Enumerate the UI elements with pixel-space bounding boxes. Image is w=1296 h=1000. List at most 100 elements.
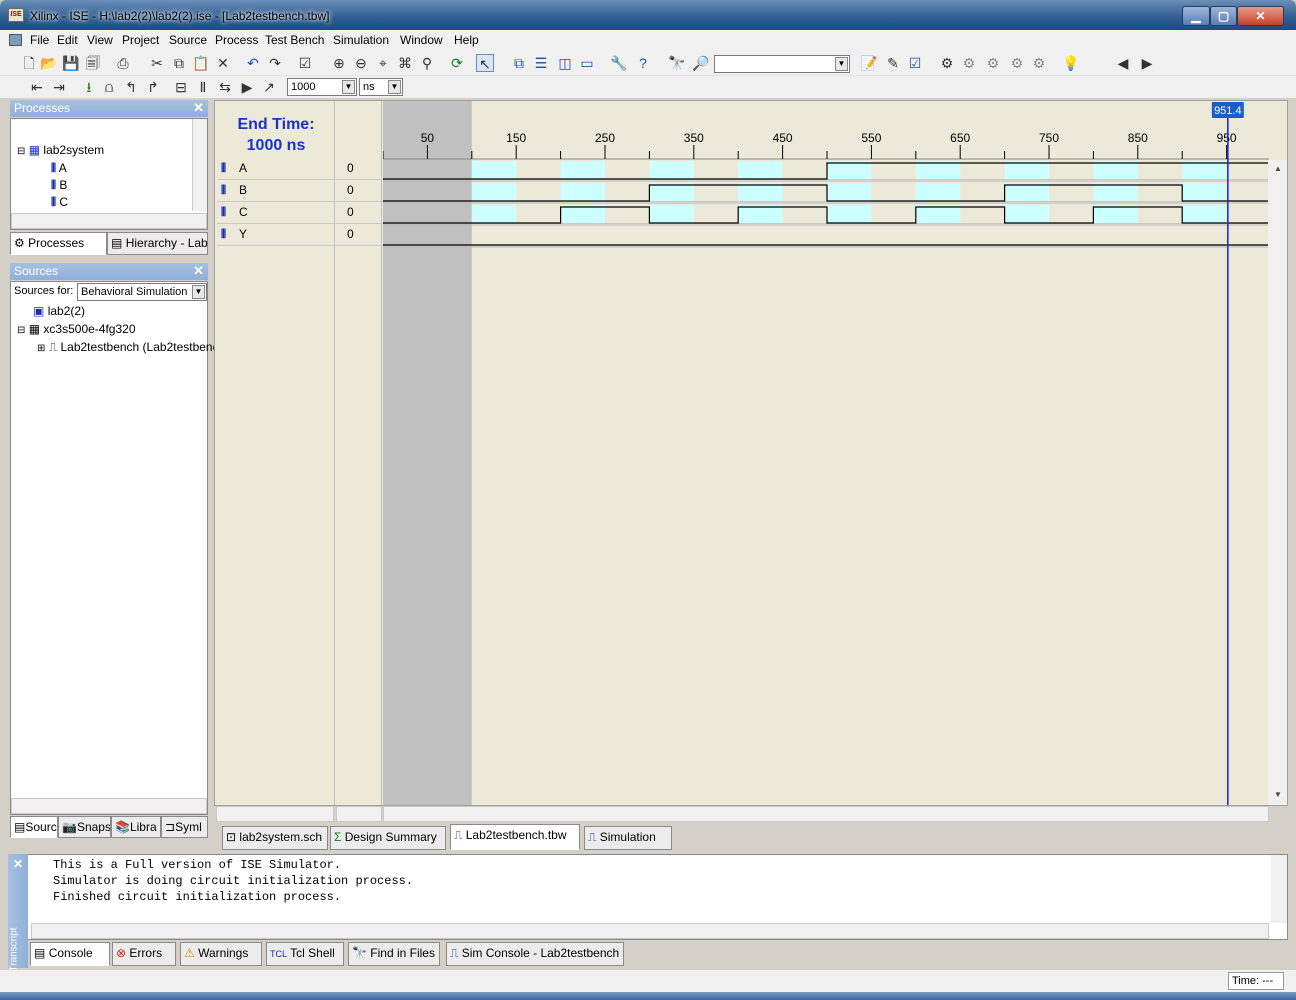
chevron-down-icon[interactable]: ▼ [192, 285, 205, 299]
delete-icon[interactable]: ✕ [214, 54, 232, 72]
copy-icon[interactable]: ⧉ [170, 54, 188, 72]
close-icon[interactable]: ✕ [13, 857, 23, 871]
tab-sources[interactable]: ▤Sourc [10, 816, 58, 838]
process-step3-icon[interactable]: ⚙ [1008, 54, 1026, 72]
tree-node-b[interactable]: ⫴ B [51, 178, 67, 193]
undo-icon[interactable]: ↶ [244, 54, 262, 72]
tree-node-device[interactable]: ⊟ ▦ xc3s500e-4fg320 [17, 322, 136, 336]
menu-process[interactable]: Process [215, 33, 258, 47]
tab-lab2testbench-tbw[interactable]: ⎍ Lab2testbench.tbw [450, 824, 580, 850]
tree-node-testbench[interactable]: ⊞ ⎍ Lab2testbench (Lab2testbench [37, 340, 225, 355]
tab-design-summary[interactable]: Σ Design Summary [330, 826, 446, 850]
menu-test-bench[interactable]: Test Bench [265, 33, 324, 47]
find-icon[interactable]: 🔭 [668, 54, 686, 72]
tab-libraries[interactable]: 📚Libra [111, 816, 161, 838]
refresh-icon[interactable]: ⟳ [448, 54, 466, 72]
back-icon[interactable]: ◀ [1114, 54, 1132, 72]
tab-errors[interactable]: ⊗ Errors [112, 942, 176, 966]
cascade-icon[interactable]: ⧉ [510, 54, 528, 72]
close-icon[interactable]: ✕ [193, 263, 204, 279]
lightbulb-icon[interactable]: 💡 [1062, 54, 1080, 72]
zoom-fit-icon[interactable]: ⌖ [374, 54, 392, 72]
step-out-icon[interactable]: ⇥ [50, 78, 68, 96]
close-button[interactable]: ✕ [1237, 6, 1284, 26]
vertical-scrollbar[interactable] [192, 119, 207, 211]
process-step1-icon[interactable]: ⚙ [960, 54, 978, 72]
tree-node-c[interactable]: ⫴ C [51, 195, 68, 210]
menu-simulation[interactable]: Simulation [333, 33, 389, 47]
menu-edit[interactable]: Edit [57, 33, 78, 47]
tab-simulation[interactable]: ⎍ Simulation [584, 826, 672, 850]
zoom-area-icon[interactable]: ⚲ [418, 54, 436, 72]
collapse-icon[interactable]: ⊟ [17, 325, 25, 336]
check-icon[interactable]: ☑ [296, 54, 314, 72]
scroll-down-icon[interactable]: ▼ [1274, 790, 1282, 799]
waveform-plot[interactable]: 50 150 250 350 450 550 650 750 850 950 951.4 [383, 101, 1269, 805]
horizontal-scrollbar[interactable] [11, 798, 207, 814]
tab-snapshots[interactable]: 📷Snaps [58, 816, 111, 838]
tab-processes[interactable]: ⚙ Processes [10, 232, 107, 255]
save-icon[interactable]: 💾 [62, 54, 80, 72]
collapse-icon[interactable]: ⊟ [17, 146, 25, 157]
run-down-icon[interactable]: ⭳ [80, 78, 98, 96]
edit-properties-icon[interactable]: ✎ [884, 54, 902, 72]
process-step4-icon[interactable]: ⚙ [1030, 54, 1048, 72]
pointer-tool-icon[interactable]: ↖ [476, 54, 494, 72]
expand-icon[interactable]: ⊞ [37, 343, 45, 354]
new-file-icon[interactable]: 🗋 [20, 54, 38, 72]
chip-icon[interactable]: ⚙ [938, 54, 956, 72]
waveform-horizontal-scrollbar[interactable] [383, 806, 1269, 822]
zoom-out-icon[interactable]: ⊖ [352, 54, 370, 72]
tile-horizontal-icon[interactable]: ☰ [532, 54, 550, 72]
cut-icon[interactable]: ✂ [148, 54, 166, 72]
sources-for-select[interactable]: Behavioral Simulation ▼ [77, 283, 207, 301]
step-icon[interactable]: ↗ [260, 78, 278, 96]
menu-view[interactable]: View [87, 33, 113, 47]
process-step2-icon[interactable]: ⚙ [984, 54, 1002, 72]
tab-hierarchy[interactable]: ▤ Hierarchy - Lab2 [107, 232, 208, 255]
minimize-button[interactable]: ▁ [1182, 6, 1210, 26]
validate-icon[interactable]: ☑ [906, 54, 924, 72]
restart-icon[interactable]: ⊟ [172, 78, 190, 96]
waveform-vertical-scrollbar[interactable]: ▲ ▼ [1268, 160, 1287, 805]
pause-icon[interactable]: Ⅱ [194, 78, 212, 96]
horizontal-scrollbar[interactable] [11, 213, 207, 229]
menu-window[interactable]: Window [400, 33, 443, 47]
properties-icon[interactable]: 📝 [860, 54, 878, 72]
zoom-full-icon[interactable]: ⌘ [396, 54, 414, 72]
tab-symbols[interactable]: ⊐Syml [161, 816, 208, 838]
search-combo[interactable]: ▼ [714, 55, 850, 73]
step-back-icon[interactable]: ↰ [122, 78, 140, 96]
paste-icon[interactable]: 📋 [192, 54, 210, 72]
values-horizontal-scrollbar[interactable] [336, 806, 382, 822]
run-all-icon[interactable]: ⩍ [100, 78, 118, 96]
wrench-icon[interactable]: 🔧 [610, 54, 628, 72]
play-icon[interactable]: ▶ [238, 78, 256, 96]
chevron-down-icon[interactable]: ▼ [342, 80, 355, 94]
menu-source[interactable]: Source [169, 33, 207, 47]
chevron-down-icon[interactable]: ▼ [388, 80, 401, 94]
forward-icon[interactable]: ▶ [1138, 54, 1156, 72]
menu-project[interactable]: Project [122, 33, 159, 47]
tab-sim-console[interactable]: ⎍ Sim Console - Lab2testbench [446, 942, 624, 966]
window-icon[interactable]: ▭ [578, 54, 596, 72]
tree-node-project[interactable]: ▣ lab2(2) [33, 304, 85, 318]
tab-console[interactable]: ▤ Console [30, 942, 110, 966]
menu-help[interactable]: Help [454, 33, 479, 47]
return-icon[interactable]: ↱ [144, 78, 162, 96]
console-vertical-scrollbar[interactable] [1271, 855, 1287, 923]
save-all-icon[interactable]: 🗐 [84, 54, 102, 72]
find-in-files-icon[interactable]: 🔎 [692, 54, 710, 72]
print-icon[interactable]: ⎙ [114, 54, 132, 72]
tree-node-lab2system[interactable]: ⊟ ▦ lab2system [17, 143, 104, 157]
tab-warnings[interactable]: ⚠ Warnings [180, 942, 262, 966]
run-time-input[interactable]: 1000 ▼ [287, 78, 357, 96]
names-horizontal-scrollbar[interactable] [216, 806, 334, 822]
step-in-icon[interactable]: ⇤ [28, 78, 46, 96]
tile-vertical-icon[interactable]: ◫ [556, 54, 574, 72]
console-output[interactable]: This is a Full version of ISE Simulator.… [8, 854, 1288, 940]
tab-find-in-files[interactable]: 🔭 Find in Files [348, 942, 440, 966]
menu-file[interactable]: File [30, 33, 49, 47]
maximize-button[interactable]: ▢ [1210, 6, 1237, 26]
run-for-icon[interactable]: ⇆ [216, 78, 234, 96]
